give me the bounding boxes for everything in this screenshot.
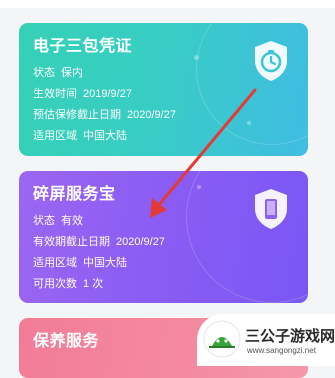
decor-dot [247, 121, 251, 125]
top-strip [0, 0, 335, 8]
warranty-card[interactable]: 电子三包凭证 状态 保内 生效时间 2019/9/27 预估保修截止日期 2020/9… [19, 23, 308, 156]
screen-protection-card[interactable]: 碎屏服务宝 状态 有效 有效期截止日期 2020/9/27 适用区域 中国大陆 可用次… [19, 171, 308, 303]
site-logo-icon [203, 320, 241, 358]
watermark-name: 三公子游戏网 [245, 328, 335, 345]
decor-dot [194, 55, 199, 60]
shield-phone-icon [255, 189, 287, 229]
shield-clock-icon [255, 41, 287, 81]
decor-dot [197, 185, 201, 189]
watermark-url: www.sangongzi.net [247, 346, 316, 355]
watermark: 三公子游戏网 www.sangongzi.net [197, 314, 335, 366]
